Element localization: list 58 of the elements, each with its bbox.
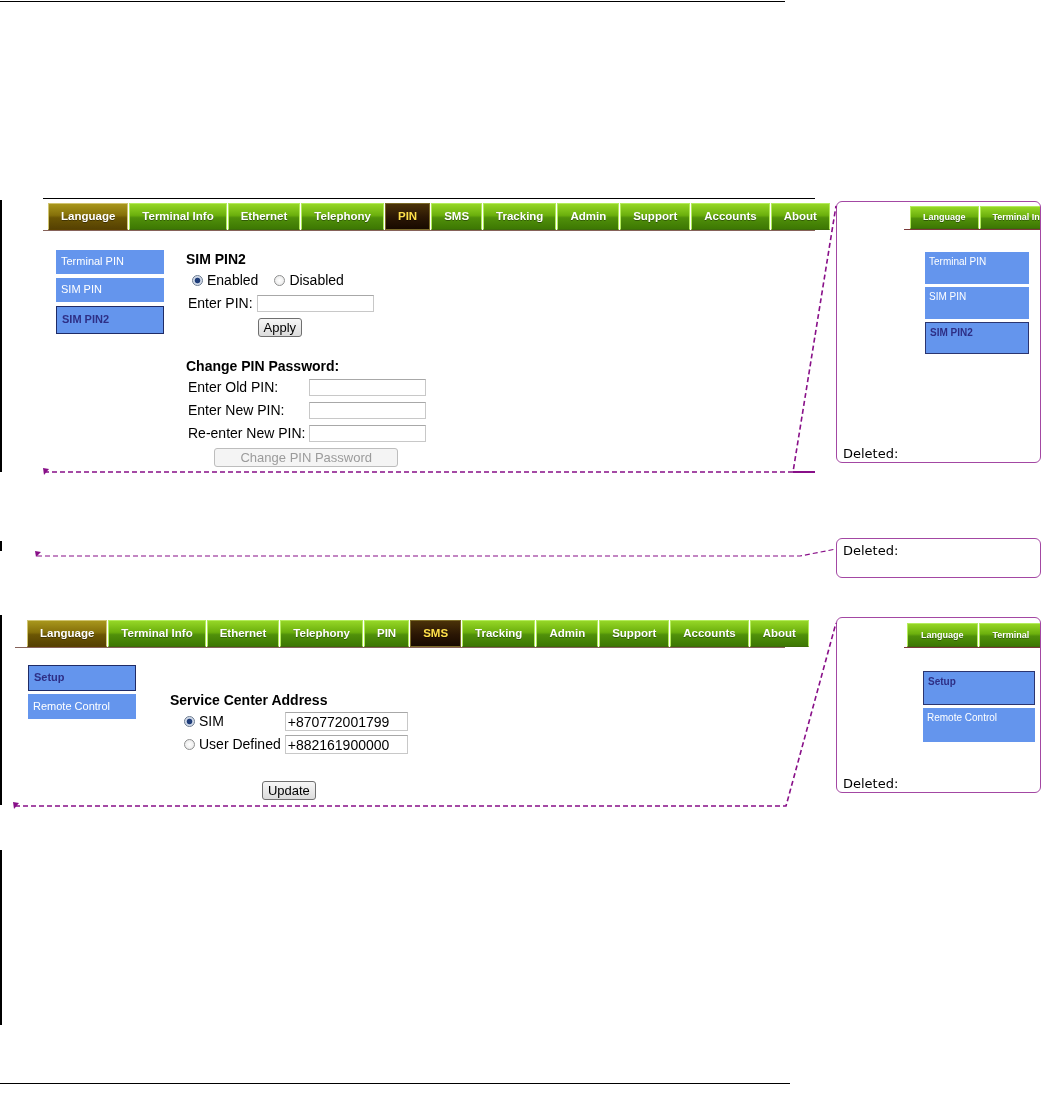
nav-tab[interactable]: Support (599, 620, 670, 647)
text-field[interactable]: +882161900000 (284, 735, 408, 754)
radio-button[interactable] (184, 716, 195, 727)
nav-tab[interactable]: About (770, 203, 830, 230)
thumbnail-sidebar-item: Terminal PIN (925, 252, 1029, 284)
radio-button[interactable] (274, 275, 286, 286)
nav-tab[interactable]: Language (48, 203, 129, 230)
nav-tab[interactable]: PIN (385, 203, 431, 230)
field-label: Re-enter New PIN: (187, 424, 306, 444)
text-field[interactable]: +870772001799 (284, 712, 408, 731)
nav-tab[interactable]: Support (620, 203, 691, 230)
comment-label: Deleted: (843, 776, 899, 791)
nav-tab[interactable]: Accounts (670, 620, 749, 647)
nav-tab[interactable]: Admin (536, 620, 599, 647)
nav-tab[interactable]: Ethernet (227, 203, 301, 230)
form-button[interactable]: Update (261, 781, 316, 800)
nav-tab[interactable]: SMS (410, 620, 462, 647)
field-label: Enter New PIN: (187, 401, 285, 421)
thumbnail-sidebar-item: Setup (923, 671, 1035, 705)
comment-label: Deleted: (843, 543, 899, 558)
comment-label: Deleted: (843, 446, 899, 461)
nav-tab[interactable]: SMS (431, 203, 483, 230)
nav-tab[interactable]: Tracking (483, 203, 557, 230)
text-field[interactable] (309, 425, 427, 442)
radio-button[interactable] (184, 739, 195, 750)
sidebar-item[interactable]: Terminal PIN (56, 250, 164, 274)
thumbnail-sidebar-item: SIM PIN (925, 287, 1029, 319)
section-heading: SIM PIN2 (186, 250, 246, 269)
text-field[interactable] (256, 295, 374, 312)
sidebar-item[interactable]: Remote Control (28, 694, 136, 719)
text-field[interactable] (309, 402, 427, 419)
nav-tab[interactable]: About (749, 620, 809, 647)
radio-label: Enabled (207, 272, 259, 289)
thumbnail-sidebar-item: SIM PIN2 (925, 322, 1029, 354)
radio-button[interactable] (192, 275, 203, 286)
nav-tab[interactable]: Language (27, 620, 108, 647)
nav-tab[interactable]: Telephony (301, 203, 384, 230)
sidebar-item[interactable]: Setup (28, 665, 136, 691)
field-label: Enter PIN: (187, 294, 253, 314)
nav-tab[interactable]: Terminal Info (108, 620, 206, 647)
nav-tab[interactable]: Ethernet (206, 620, 280, 647)
nav-tab[interactable]: PIN (364, 620, 410, 647)
section-heading: Service Center Address (170, 691, 328, 710)
form-button[interactable]: Apply (257, 318, 303, 337)
radio-label: User Defined (199, 736, 281, 753)
sidebar-item[interactable]: SIM PIN (56, 278, 164, 302)
radio-label: Disabled (289, 272, 344, 289)
text-field[interactable] (309, 379, 427, 396)
nav-tab[interactable]: Accounts (691, 203, 770, 230)
radio-label: SIM (199, 713, 224, 730)
section-heading: Change PIN Password: (186, 357, 340, 376)
thumbnail-sidebar-item: Remote Control (923, 708, 1035, 742)
nav-tab[interactable]: Telephony (280, 620, 363, 647)
nav-tab[interactable]: Tracking (462, 620, 536, 647)
nav-tab[interactable]: Terminal Info (129, 203, 227, 230)
sidebar-item[interactable]: SIM PIN2 (56, 306, 164, 334)
nav-tab[interactable]: Admin (557, 203, 620, 230)
field-label: Enter Old PIN: (187, 378, 279, 398)
